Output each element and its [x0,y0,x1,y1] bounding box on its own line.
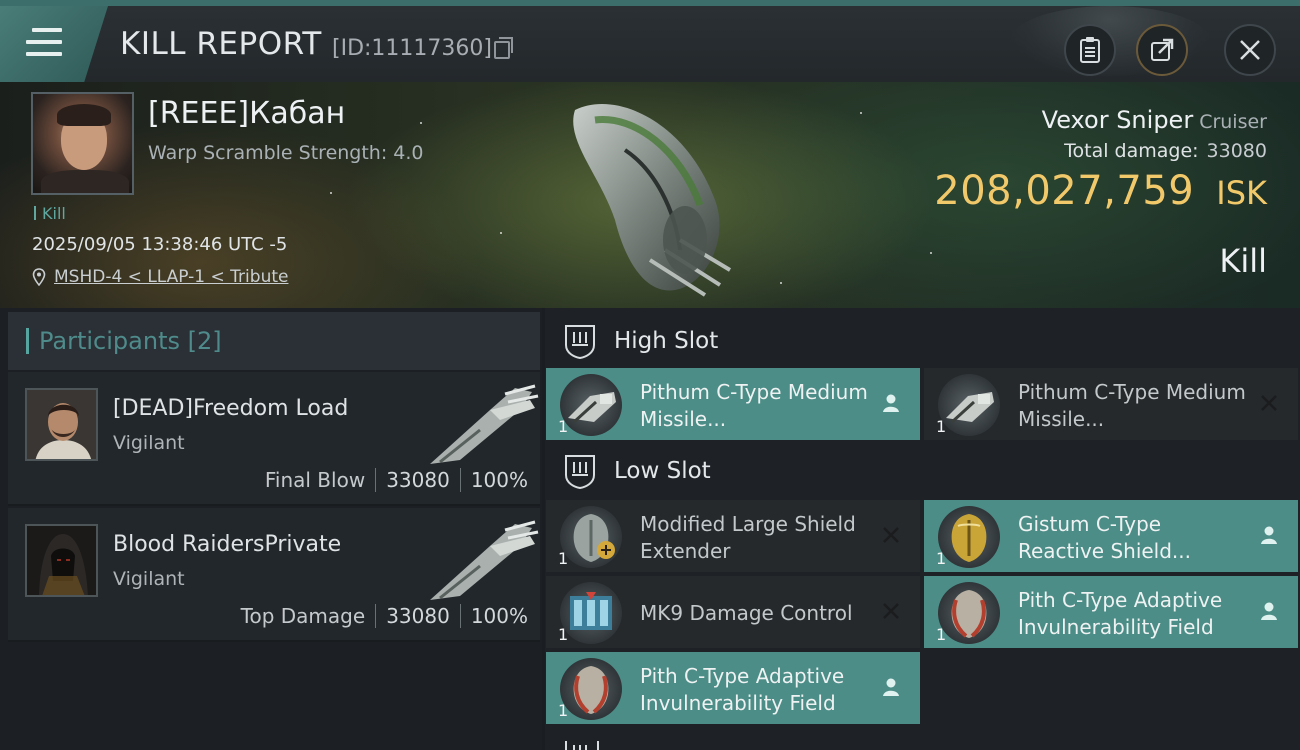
participant-row[interactable]: Blood RaidersPrivate Vigilant Top Damage… [8,508,540,642]
item-quantity: 1 [936,549,947,568]
location-pin-icon [32,268,46,286]
victim-ship-render [573,104,732,297]
low-slot-header: Low Slot [545,442,1300,500]
victim-portrait[interactable] [31,92,134,195]
invulnerability-field-icon [560,658,622,720]
copy-icon[interactable] [494,37,513,59]
kill-result: Kill [1219,242,1267,280]
location-link[interactable]: MSHD-4 < LLAP-1 < Tribute [54,267,288,287]
participant-blow-label: Top Damage [240,604,366,628]
close-button[interactable] [1224,24,1276,76]
menu-button[interactable] [0,6,108,82]
low-slot-item[interactable]: 1 MK9 Damage Control [546,576,920,648]
item-quantity: 1 [558,701,569,720]
participant-row[interactable]: [DEAD]Freedom Load Vigilant Final Blow 3… [8,372,540,506]
fitting-panel: High Slot 1 Pithum C-Type Medium Missile… [545,308,1300,750]
low-slot-item[interactable]: 1 Pith C-Type Adaptive Invulnerability F… [546,652,920,724]
item-quantity: 1 [558,417,569,436]
person-icon [1256,598,1282,624]
kill-datetime: 2025/09/05 13:38:46 UTC -5 [32,234,288,255]
item-name: Pith C-Type Adaptive Invulnerability Fie… [640,664,845,715]
x-icon [878,598,904,624]
item-name: MK9 Damage Control [640,601,853,625]
total-damage-value: 33080 [1206,140,1267,162]
low-slot-item[interactable]: 1 Pith C-Type Adaptive Invulnerability F… [924,576,1298,648]
participant-stats: Top Damage 33080 100% [241,604,528,628]
menu-icon [26,28,62,56]
close-icon [1240,40,1260,60]
participant-avatar[interactable] [25,524,98,597]
total-damage-label: Total damage: [1064,140,1199,162]
high-slot-header: High Slot [545,312,1300,370]
high-slot-item[interactable]: 1 Pithum C-Type Medium Missile... [546,368,920,440]
low-slot-icon [565,455,595,489]
page-title: KILL REPORT [120,26,322,62]
participant-percent: 100% [470,468,528,492]
participants-header: Participants [2] [8,312,540,370]
item-quantity: 1 [936,417,947,436]
participant-damage: 33080 [386,468,450,492]
participant-ship-image [430,520,539,600]
invulnerability-field-icon [938,582,1000,644]
victim-ship-name: Vexor Sniper Cruiser [1042,106,1267,134]
victim-banner: [REEE]Кабан Warp Scramble Strength: 4.0 … [0,82,1300,308]
isk-unit: ISK [1216,174,1267,212]
low-slot-item[interactable]: 1 Modified Large Shield Extender [546,500,920,572]
report-id: [ID:11117360] [332,36,492,61]
total-damage: Total damage: 33080 [1064,140,1267,162]
high-slot-icon [565,325,595,359]
high-slot-item[interactable]: 1 Pithum C-Type Medium Missile... [924,368,1298,440]
x-icon [1256,390,1282,416]
participants-panel: Participants [2] [DEAD]Freedom Load Vigi… [0,308,542,750]
kill-location: MSHD-4 < LLAP-1 < Tribute [32,267,288,287]
item-name: Modified Large Shield Extender [640,512,856,563]
next-slot-header-partial [545,740,1300,750]
clipboard-button[interactable] [1064,24,1116,76]
item-quantity: 1 [936,625,947,644]
participant-stats: Final Blow 33080 100% [265,468,528,492]
item-name: Gistum C-Type Reactive Shield... [1018,512,1192,563]
person-icon [1256,522,1282,548]
participant-name[interactable]: Blood RaidersPrivate [113,532,341,557]
shield-extender-icon [560,506,622,568]
person-icon [878,390,904,416]
low-slot-label: Low Slot [614,458,711,484]
item-quantity: 1 [558,549,569,568]
missile-launcher-icon [560,374,622,436]
x-icon [878,522,904,548]
item-name: Pithum C-Type Medium Missile... [1018,380,1246,431]
victim-name[interactable]: [REEE]Кабан [148,96,345,131]
kill-tag: Kill [34,204,66,223]
participant-name[interactable]: [DEAD]Freedom Load [113,396,348,421]
participant-damage: 33080 [386,604,450,628]
isk-value: 208,027,759 [934,168,1195,214]
share-button[interactable] [1136,24,1188,76]
participant-percent: 100% [470,604,528,628]
damage-control-icon [560,582,622,644]
participant-ship-image [430,384,539,464]
top-bar: KILL REPORT [ID:11117360] [0,0,1300,82]
warp-scramble-strength: Warp Scramble Strength: 4.0 [148,142,424,164]
participant-ship: Vigilant [113,432,185,454]
isk-value-row: 208,027,759 ISK [934,168,1267,214]
share-icon [1151,38,1174,61]
item-name: Pith C-Type Adaptive Invulnerability Fie… [1018,588,1223,639]
low-slot-item[interactable]: 1 Gistum C-Type Reactive Shield... [924,500,1298,572]
participant-ship: Vigilant [113,568,185,590]
item-quantity: 1 [558,625,569,644]
ship-class: Cruiser [1199,111,1267,133]
clipboard-icon [1080,37,1100,63]
reactive-shield-icon [938,506,1000,568]
missile-launcher-icon [938,374,1000,436]
high-slot-label: High Slot [614,328,719,354]
item-name: Pithum C-Type Medium Missile... [640,380,868,431]
person-icon [878,674,904,700]
participant-blow-label: Final Blow [264,468,366,492]
participant-avatar[interactable] [25,388,98,461]
ship-name-text: Vexor Sniper [1041,106,1194,134]
